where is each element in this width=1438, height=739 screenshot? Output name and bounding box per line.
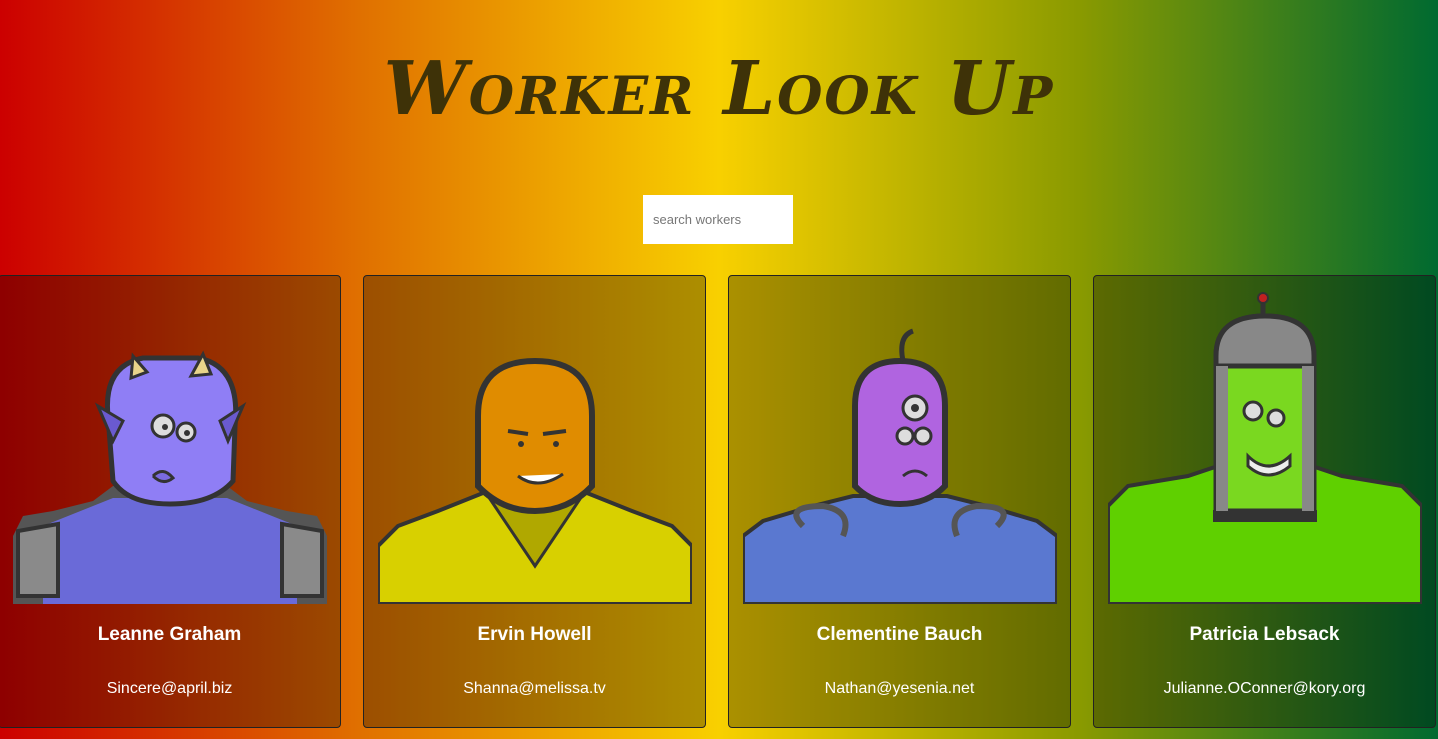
- worker-email: Sincere@april.biz: [106, 680, 233, 697]
- worker-name: Patricia Lebsack: [1189, 624, 1340, 645]
- worker-name: Ervin Howell: [477, 624, 592, 645]
- search-input[interactable]: [643, 195, 793, 244]
- worker-name: Leanne Graham: [97, 624, 242, 645]
- worker-card[interactable]: Ervin Howell Shanna@melissa.tv: [363, 275, 706, 728]
- purple-three-eyed-monster-avatar: [743, 328, 1057, 604]
- worker-card[interactable]: Clementine Bauch Nathan@yesenia.net: [728, 275, 1071, 728]
- purple-horned-monster-avatar: [13, 350, 327, 604]
- green-robot-helmet-monster-avatar: [1108, 292, 1422, 604]
- worker-email: Shanna@melissa.tv: [463, 680, 606, 697]
- worker-card[interactable]: Patricia Lebsack Julianne.OConner@kory.o…: [1093, 275, 1436, 728]
- page-title: Worker Look Up: [383, 46, 1055, 132]
- worker-card[interactable]: Leanne Graham Sincere@april.biz: [0, 275, 341, 728]
- orange-hooded-monster-avatar: [378, 357, 692, 604]
- worker-email: Nathan@yesenia.net: [824, 680, 975, 697]
- worker-name: Clementine Bauch: [816, 624, 983, 645]
- worker-email: Julianne.OConner@kory.org: [1163, 680, 1366, 697]
